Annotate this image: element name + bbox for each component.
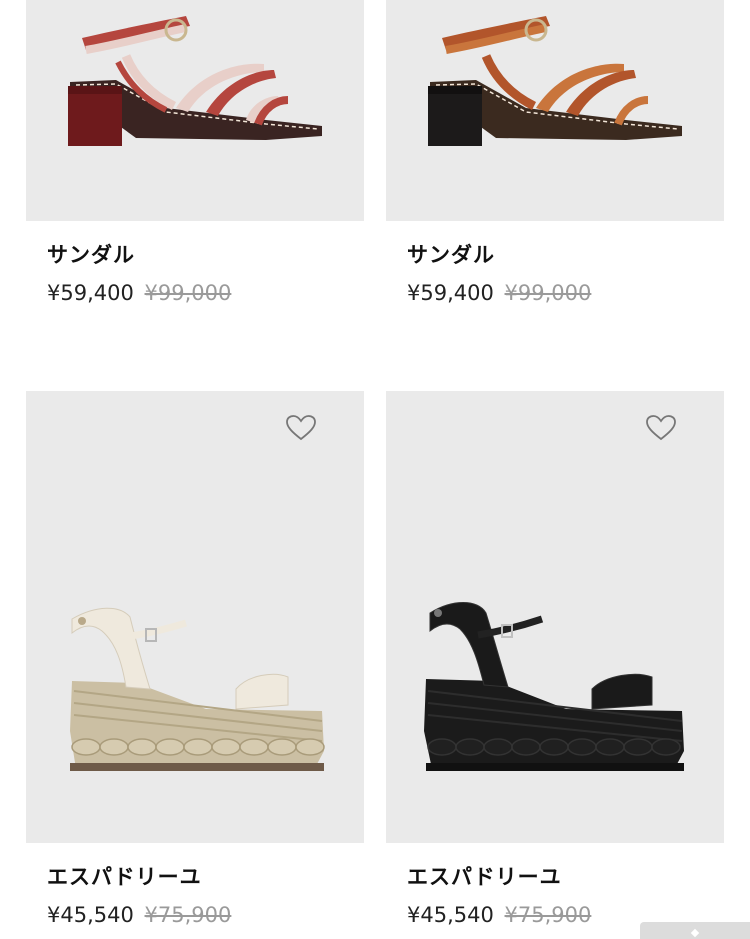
price-row: ¥59,400 ¥99,000: [407, 279, 724, 307]
original-price: ¥99,000: [504, 281, 592, 305]
original-price: ¥75,900: [504, 903, 592, 927]
product-card[interactable]: サンダル ¥59,400 ¥99,000: [26, 0, 364, 307]
original-price: ¥99,000: [144, 281, 232, 305]
chevron-up-icon: [690, 928, 700, 938]
product-card[interactable]: サンダル ¥59,400 ¥99,000: [386, 0, 724, 307]
product-name[interactable]: エスパドリーユ: [407, 863, 724, 891]
red-block-heel-sandal-image: [68, 16, 322, 146]
product-card[interactable]: エスパドリーユ ¥45,540 ¥75,900: [26, 391, 364, 929]
product-image[interactable]: [386, 0, 724, 221]
sale-price: ¥59,400: [47, 281, 134, 305]
sale-price: ¥45,540: [47, 903, 134, 927]
original-price: ¥75,900: [144, 903, 232, 927]
product-name[interactable]: サンダル: [407, 241, 724, 269]
product-card[interactable]: エスパドリーユ ¥45,540 ¥75,900: [386, 391, 724, 929]
sale-price: ¥45,540: [407, 903, 494, 927]
price-row: ¥59,400 ¥99,000: [47, 279, 364, 307]
product-image[interactable]: [26, 0, 364, 221]
back-to-top-tab[interactable]: [640, 922, 750, 939]
cream-espadrille-wedge-image: [70, 607, 325, 771]
product-name[interactable]: エスパドリーユ: [47, 863, 364, 891]
black-espadrille-wedge-image: [424, 602, 684, 771]
product-name[interactable]: サンダル: [47, 241, 364, 269]
price-row: ¥45,540 ¥75,900: [47, 901, 364, 929]
sale-price: ¥59,400: [407, 281, 494, 305]
product-image[interactable]: [26, 391, 364, 843]
brown-block-heel-sandal-image: [428, 16, 682, 146]
product-image[interactable]: [386, 391, 724, 843]
